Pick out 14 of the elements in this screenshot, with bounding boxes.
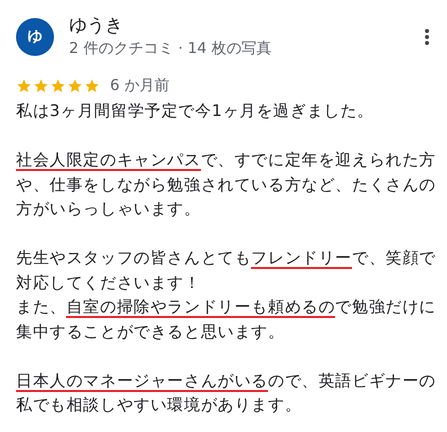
avatar[interactable]: ゆ <box>16 18 54 56</box>
star-icon <box>84 78 100 94</box>
star-icon <box>67 78 83 94</box>
review-text: また、自室の掃除やランドリーも頼めるので勉強だけに集中することができると思います。 <box>16 296 438 342</box>
star-icon <box>33 78 49 94</box>
reviewer-stats: 2 件のクチコミ · 14 枚の写真 <box>69 38 272 59</box>
review-text: 日本人のマネージャーさんがいる ので、英語ビギナーの私でも相談しやすい環境があります。 <box>16 370 437 416</box>
review-text: 社会人限定のキャンパス で、すでに定年を迎えられた方や、仕事をしながら勉強されている方など、たくさんの方がいらっしゃいます。 <box>16 149 438 220</box>
star-icon <box>50 78 66 94</box>
review-text: 先生やスタッフの皆さんとても フレンドリーで、笑顔で対応してくださいます！ <box>16 247 438 294</box>
review-time: 6 か月前 <box>110 76 170 95</box>
review-text: 私は3ヶ月間留学予定で今1ヶ月を過ぎました。 <box>16 100 375 122</box>
star-icon <box>16 78 32 94</box>
reviewer-name[interactable]: ゆうき <box>69 14 123 37</box>
